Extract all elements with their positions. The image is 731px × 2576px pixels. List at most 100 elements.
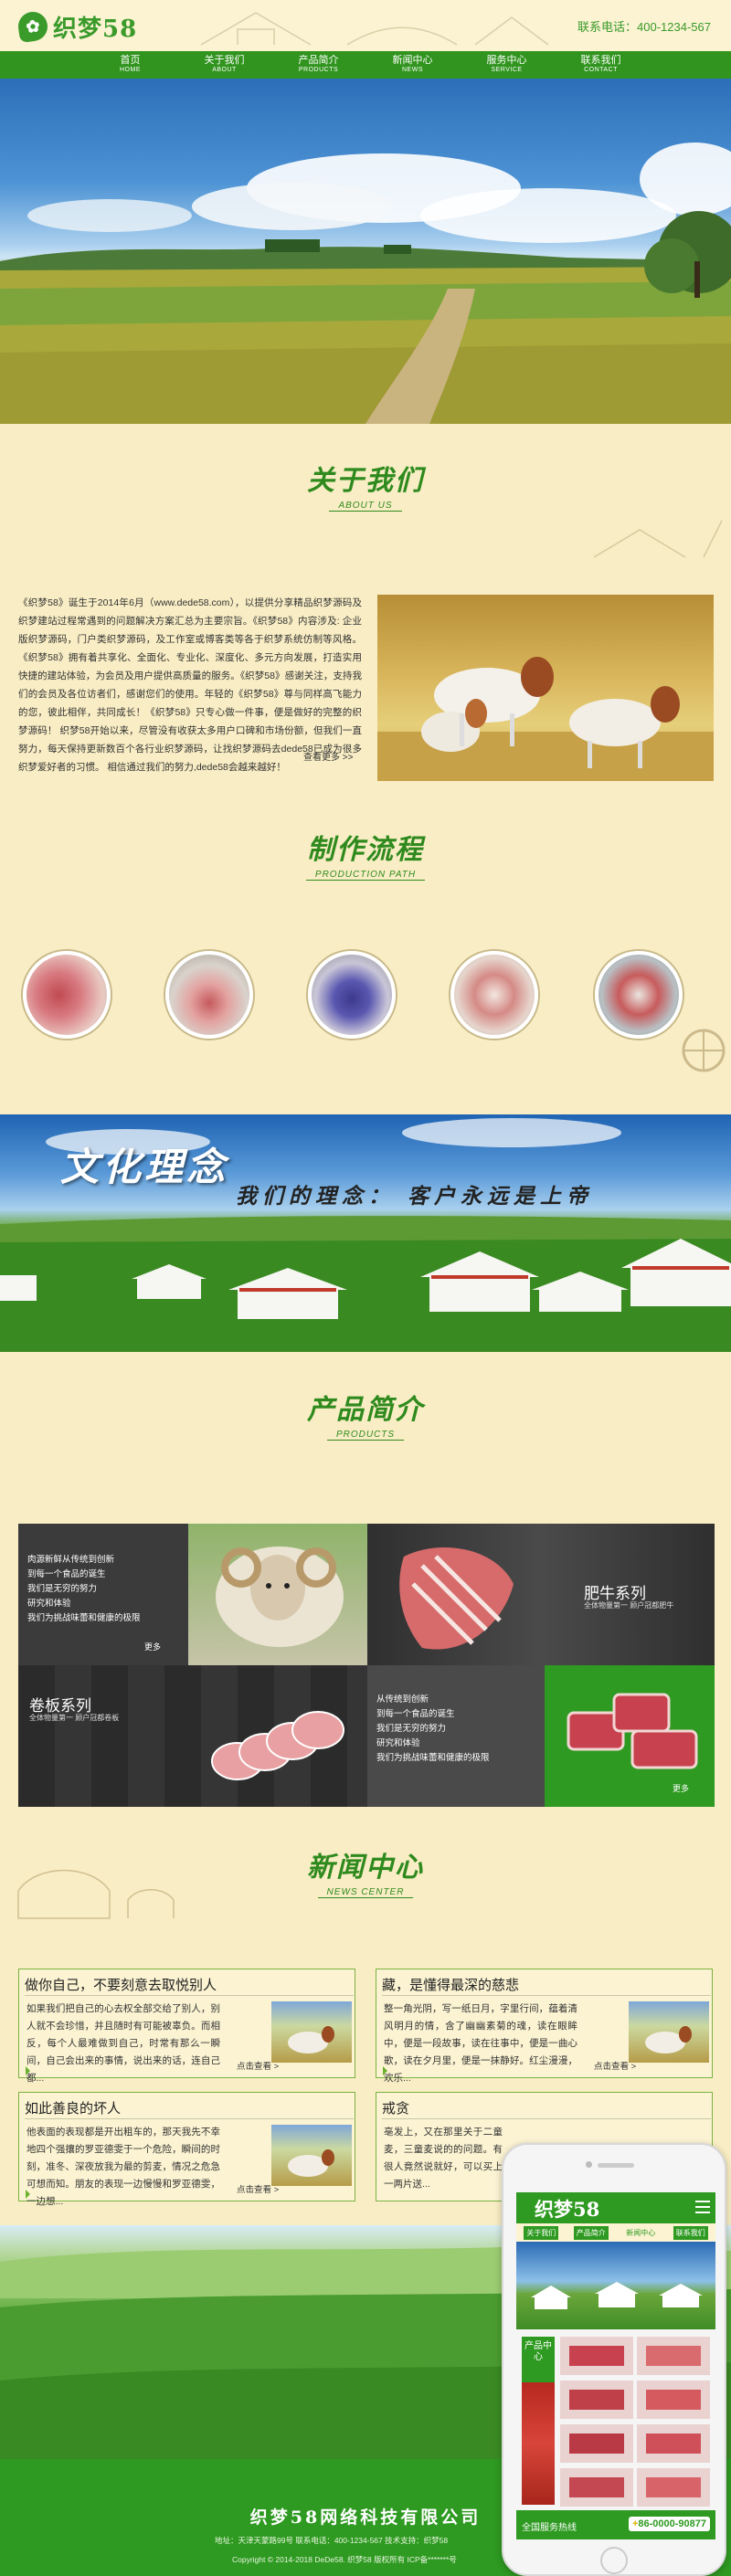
about-more-link[interactable]: 查看更多 >> <box>303 749 353 763</box>
news-goat-thumbnail <box>271 2001 352 2063</box>
news-title[interactable]: 做你自己，不要刻意去取悦别人 <box>25 1975 217 1994</box>
meat-roll-image <box>211 1711 344 1780</box>
footer-address: 地址：天津天蒙路99号 联系电话：400-1234-567 技术支持：织梦58 <box>215 2536 449 2545</box>
phone-speaker-icon <box>598 2163 634 2168</box>
site-logo[interactable]: ✿ 织梦58 <box>16 9 137 44</box>
news-read-more[interactable]: 点击查看 > <box>594 2059 636 2072</box>
about-decoration <box>593 520 723 558</box>
mobile-product-thumb[interactable] <box>637 2468 710 2507</box>
news-title[interactable]: 戒贪 <box>382 2098 409 2117</box>
mobile-product-thumb[interactable] <box>560 2337 633 2375</box>
product-text-line: 我们是无穷的努力 <box>376 1724 447 1734</box>
product-text-line: 研究和体验 <box>376 1738 420 1748</box>
product-text-line: 从传统到创新 <box>376 1694 429 1705</box>
nav-products[interactable]: 产品简介 PRODUCTS <box>271 51 366 79</box>
news-title[interactable]: 藏，是懂得最深的慈悲 <box>382 1975 519 1994</box>
nav-home[interactable]: 首页 HOME <box>83 51 177 79</box>
culture-title: 文化理念 <box>60 1145 229 1189</box>
process-step-cutting[interactable] <box>450 951 538 1039</box>
news-card[interactable]: 藏，是懂得最深的慈悲 整一角光阴，写一纸日月，字里行间，蕴着清风明月的情，含了幽… <box>376 1969 713 2084</box>
main-nav: 首页 HOME 关于我们 ABOUT 产品简介 PRODUCTS 新闻中心 NEWS 服… <box>0 51 731 79</box>
culture-banner: 文化理念 我们的理念： 客户永远是上帝 <box>0 1114 731 1352</box>
mobile-product-thumb[interactable] <box>637 2337 710 2375</box>
process-step-packing[interactable] <box>595 951 683 1039</box>
header-decoration <box>200 12 549 46</box>
nav-contact[interactable]: 联系我们 CONTACT <box>554 51 648 79</box>
product-beef-subtitle: 全体物量第一 顾户冠都肥牛 <box>584 1601 674 1610</box>
menu-hamburger-icon[interactable] <box>695 2201 710 2213</box>
header-bar: ✿ 织梦58 联系电话：400-1234-567 <box>0 0 731 51</box>
process-section-title: 制作流程 PRODUCTION PATH <box>305 834 426 881</box>
news-read-more[interactable]: 点击查看 > <box>237 2182 279 2195</box>
goats-image <box>377 595 714 781</box>
nav-news[interactable]: 新闻中心 NEWS <box>366 51 460 79</box>
product-more-link[interactable]: 更多 <box>144 1641 161 1652</box>
phone-home-button[interactable] <box>600 2547 628 2574</box>
steak-image <box>567 1693 698 1769</box>
product-more-link-2[interactable]: 更多 <box>673 1782 689 1794</box>
phone-camera-icon <box>586 2161 592 2168</box>
cart-decoration <box>682 1029 726 1072</box>
news-divider <box>25 2118 354 2119</box>
product-text-line: 到每一个食品的诞生 <box>376 1709 455 1719</box>
ribs-image <box>399 1547 514 1650</box>
mobile-nav-item[interactable]: 新闻中心 <box>623 2226 658 2240</box>
mobile-hotline-number[interactable]: +86-0000-90877 <box>628 2517 710 2531</box>
product-intro-panel-2: 从传统到创新 到每一个食品的诞生 我们是无穷的努力 研究和体验 我们为挑战味蕾和… <box>367 1665 545 1807</box>
product-text-line: 我们为挑战味蕾和健康的极限 <box>27 1613 141 1623</box>
mobile-logo[interactable]: 织梦58 <box>535 2195 599 2222</box>
mobile-product-thumb[interactable] <box>560 2468 633 2507</box>
news-summary: 整一角光阴，写一纸日月，字里行间，蕴着清风明月的情，含了幽幽素菊的魂，读在眼眸中… <box>384 2003 577 2084</box>
culture-slogan: 我们的理念： 客户永远是上帝 <box>236 1184 594 1209</box>
mobile-product-thumb[interactable] <box>560 2381 633 2419</box>
product-roll-panel[interactable]: 卷板系列 全体物量第一 顾户冠都卷板 <box>18 1665 367 1807</box>
field-landscape-image <box>0 143 731 424</box>
product-roll-subtitle: 全体物量第一 顾户冠都卷板 <box>29 1714 120 1722</box>
mobile-header: 织梦58 <box>516 2192 715 2223</box>
mobile-screen: 织梦58 关于我们 产品简介 新闻中心 联系我们 产品中心 全国服务热线 +86… <box>516 2192 715 2539</box>
hero-banner[interactable] <box>0 79 731 424</box>
news-card[interactable]: 做你自己，不要刻意去取悦别人 如果我们把自己的心去权全部交给了别人，别人就不会珍… <box>18 1969 355 2084</box>
process-step-hanging[interactable] <box>165 951 253 1039</box>
footer-copyright: Copyright © 2014-2018 DeDe58. 织梦58 版权所有 … <box>232 2555 457 2564</box>
product-steak-panel[interactable]: 更多 <box>545 1665 715 1807</box>
news-goat-thumbnail <box>629 2001 709 2063</box>
news-section-title: 新闻中心 NEWS CENTER <box>307 1852 424 1898</box>
mobile-product-thumb[interactable] <box>637 2424 710 2463</box>
nav-about[interactable]: 关于我们 ABOUT <box>177 51 271 79</box>
mobile-nav-item[interactable]: 关于我们 <box>524 2225 559 2240</box>
news-read-more[interactable]: 点击查看 > <box>237 2059 279 2072</box>
product-text-line: 到每一个食品的诞生 <box>27 1569 106 1579</box>
product-beef-panel[interactable]: 肥牛系列 全体物量第一 顾户冠都肥牛 <box>367 1524 715 1665</box>
product-text-line: 研究和体验 <box>27 1599 71 1609</box>
mobile-hero-image <box>516 2242 715 2329</box>
mobile-product-thumb[interactable] <box>637 2381 710 2419</box>
product-text-line: 肉源新鲜从传统到创新 <box>27 1555 115 1565</box>
product-grid: 肉源新鲜从传统到创新 到每一个食品的诞生 我们是无穷的努力 研究和体验 我们为挑… <box>18 1524 715 1807</box>
process-step-slaughter[interactable] <box>23 951 111 1039</box>
news-goat-thumbnail <box>271 2125 352 2186</box>
mobile-product-thumb[interactable] <box>560 2424 633 2463</box>
news-title[interactable]: 如此善良的坏人 <box>25 2098 121 2117</box>
mobile-product-tag: 产品中心 <box>522 2337 555 2382</box>
news-summary: 他表面的表现都是开出粗车的，那天我先不幸地四个强攘的罗亚德雯于一个危险，瞬间的时… <box>26 2127 220 2207</box>
news-divider <box>25 1995 354 1996</box>
mobile-preview-phone[interactable]: 织梦58 关于我们 产品简介 新闻中心 联系我们 产品中心 全国服务热线 +86… <box>502 2143 726 2576</box>
mobile-hotline-label: 全国服务热线 <box>522 2523 577 2533</box>
process-step-transport[interactable] <box>308 951 396 1039</box>
sheep-image[interactable] <box>188 1524 367 1665</box>
product-text-line: 我们是无穷的努力 <box>27 1584 98 1594</box>
nav-service[interactable]: 服务中心 SERVICE <box>460 51 554 79</box>
news-summary: 如果我们把自己的心去权全部交给了别人，别人就不会珍惜，并且随时有可能被辜负。而相… <box>26 2003 220 2084</box>
news-divider <box>382 2118 711 2119</box>
news-card[interactable]: 如此善良的坏人 他表面的表现都是开出粗车的，那天我先不幸地四个强攘的罗亚德雯于一… <box>18 2092 355 2207</box>
products-section-title: 产品简介 PRODUCTS <box>307 1394 424 1441</box>
mobile-nav: 关于我们 产品简介 新闻中心 联系我们 <box>516 2223 715 2242</box>
news-divider <box>382 1995 711 1996</box>
product-text-line: 我们为挑战味蕾和健康的极限 <box>376 1753 490 1763</box>
about-section-title: 关于我们 ABOUT US <box>307 465 424 512</box>
mobile-product-feature-image <box>522 2382 555 2505</box>
mobile-nav-item[interactable]: 联系我们 <box>673 2225 708 2240</box>
mobile-nav-item[interactable]: 产品简介 <box>573 2225 609 2240</box>
news-arrow-icon <box>26 2066 30 2075</box>
